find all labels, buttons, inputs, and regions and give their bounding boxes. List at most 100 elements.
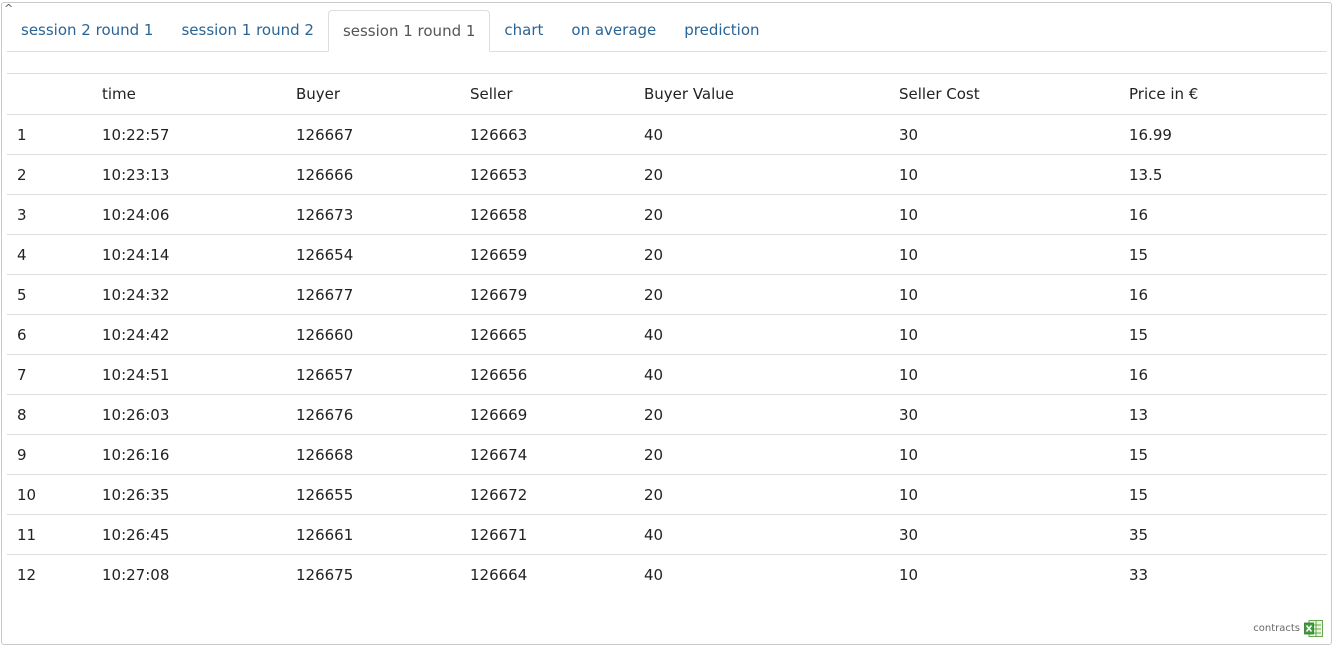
- table-row: 10 10:26:35 126655 126672 20 10 15: [7, 475, 1327, 515]
- buyer-cell: 126666: [296, 165, 354, 184]
- excel-export-icon[interactable]: [1304, 620, 1323, 637]
- row-index-cell: 11: [17, 525, 37, 544]
- buyer-cell: 126657: [296, 365, 354, 384]
- tab-session-1-round-1[interactable]: session 1 round 1: [327, 10, 491, 52]
- buyer-value-cell: 20: [644, 445, 664, 464]
- seller-cell: 126658: [470, 205, 528, 224]
- time-cell: 10:26:35: [102, 485, 170, 504]
- buyer-value-cell: 40: [644, 125, 664, 144]
- price-cell: 15: [1129, 445, 1149, 464]
- time-cell: 10:24:06: [102, 205, 170, 224]
- column-header-buyer: Buyer: [296, 85, 341, 103]
- time-cell: 10:24:32: [102, 285, 170, 304]
- table-row: 12 10:27:08 126675 126664 40 10 33: [7, 555, 1327, 595]
- seller-cost-cell: 10: [899, 365, 919, 384]
- seller-cell: 126656: [470, 365, 528, 384]
- seller-cell: 126672: [470, 485, 528, 504]
- price-cell: 16.99: [1129, 125, 1172, 144]
- seller-cost-cell: 10: [899, 165, 919, 184]
- time-cell: 10:24:14: [102, 245, 170, 264]
- price-cell: 16: [1129, 205, 1149, 224]
- tab-session-1-round-2[interactable]: session 1 round 2: [167, 10, 327, 51]
- time-cell: 10:26:16: [102, 445, 170, 464]
- seller-cost-cell: 10: [899, 485, 919, 504]
- table-row: 6 10:24:42 126660 126665 40 10 15: [7, 315, 1327, 355]
- table-row: 7 10:24:51 126657 126656 40 10 16: [7, 355, 1327, 395]
- column-header-time: time: [102, 85, 136, 103]
- buyer-value-cell: 20: [644, 245, 664, 264]
- column-header-price: Price in €: [1129, 85, 1199, 103]
- buyer-cell: 126655: [296, 485, 354, 504]
- seller-cost-cell: 30: [899, 525, 919, 544]
- table-row: 3 10:24:06 126673 126658 20 10 16: [7, 195, 1327, 235]
- row-index-cell: 4: [17, 245, 27, 264]
- price-cell: 13.5: [1129, 165, 1163, 184]
- table-row: 1 10:22:57 126667 126663 40 30 16.99: [7, 115, 1327, 155]
- tab-on-average[interactable]: on average: [557, 10, 670, 51]
- row-index-cell: 5: [17, 285, 27, 304]
- buyer-value-cell: 20: [644, 405, 664, 424]
- buyer-value-cell: 20: [644, 165, 664, 184]
- row-index-cell: 2: [17, 165, 27, 184]
- time-cell: 10:26:45: [102, 525, 170, 544]
- seller-cost-cell: 30: [899, 125, 919, 144]
- buyer-cell: 126677: [296, 285, 354, 304]
- seller-cell: 126679: [470, 285, 528, 304]
- buyer-cell: 126673: [296, 205, 354, 224]
- seller-cost-cell: 30: [899, 405, 919, 424]
- row-index-cell: 6: [17, 325, 27, 344]
- row-index-cell: 3: [17, 205, 27, 224]
- buyer-value-cell: 20: [644, 205, 664, 224]
- seller-cost-cell: 10: [899, 205, 919, 224]
- table-row: 4 10:24:14 126654 126659 20 10 15: [7, 235, 1327, 275]
- table-row: 5 10:24:32 126677 126679 20 10 16: [7, 275, 1327, 315]
- time-cell: 10:22:57: [102, 125, 170, 144]
- column-header-seller-cost: Seller Cost: [899, 85, 980, 103]
- seller-cell: 126663: [470, 125, 528, 144]
- buyer-cell: 126654: [296, 245, 354, 264]
- time-cell: 10:27:08: [102, 565, 170, 584]
- buyer-cell: 126675: [296, 565, 354, 584]
- seller-cell: 126664: [470, 565, 528, 584]
- table-row: 9 10:26:16 126668 126674 20 10 15: [7, 435, 1327, 475]
- price-cell: 13: [1129, 405, 1149, 424]
- price-cell: 35: [1129, 525, 1149, 544]
- row-index-cell: 10: [17, 485, 37, 504]
- buyer-cell: 126676: [296, 405, 354, 424]
- seller-cost-cell: 10: [899, 565, 919, 584]
- seller-cell: 126671: [470, 525, 528, 544]
- seller-cost-cell: 10: [899, 285, 919, 304]
- row-index-cell: 12: [17, 565, 37, 584]
- tab-bar: session 2 round 1 session 1 round 2 sess…: [7, 9, 1327, 52]
- seller-cost-cell: 10: [899, 245, 919, 264]
- price-cell: 16: [1129, 285, 1149, 304]
- row-index-cell: 1: [17, 125, 27, 144]
- price-cell: 15: [1129, 485, 1149, 504]
- tab-prediction[interactable]: prediction: [670, 10, 773, 51]
- price-cell: 33: [1129, 565, 1149, 584]
- buyer-value-cell: 40: [644, 565, 664, 584]
- table-row: 11 10:26:45 126661 126671 40 30 35: [7, 515, 1327, 555]
- buyer-value-cell: 40: [644, 525, 664, 544]
- column-header-buyer-value: Buyer Value: [644, 85, 735, 103]
- seller-cell: 126665: [470, 325, 528, 344]
- contracts-label: contracts: [1253, 623, 1300, 634]
- time-cell: 10:26:03: [102, 405, 170, 424]
- table-body: 1 10:22:57 126667 126663 40 30 16.99 2 10:23:13 1…: [7, 115, 1327, 595]
- seller-cost-cell: 10: [899, 325, 919, 344]
- seller-cell: 126659: [470, 245, 528, 264]
- column-header-index: [7, 74, 92, 115]
- time-cell: 10:24:51: [102, 365, 170, 384]
- contracts-table: time Buyer Seller Buyer Value Seller Cos…: [7, 73, 1327, 595]
- footer: contracts: [1253, 620, 1323, 637]
- seller-cell: 126653: [470, 165, 528, 184]
- buyer-value-cell: 20: [644, 285, 664, 304]
- seller-cell: 126674: [470, 445, 528, 464]
- row-index-cell: 8: [17, 405, 27, 424]
- buyer-value-cell: 40: [644, 365, 664, 384]
- seller-cell: 126669: [470, 405, 528, 424]
- price-cell: 15: [1129, 325, 1149, 344]
- tab-session-2-round-1[interactable]: session 2 round 1: [7, 10, 167, 51]
- buyer-cell: 126667: [296, 125, 354, 144]
- tab-chart[interactable]: chart: [490, 10, 557, 51]
